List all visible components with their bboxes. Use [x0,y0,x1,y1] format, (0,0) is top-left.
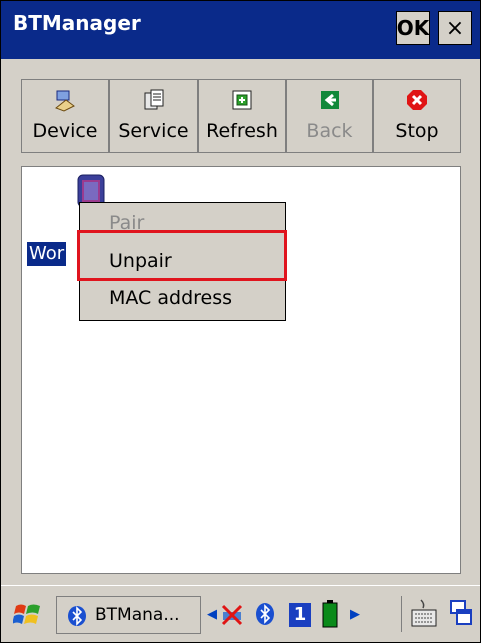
menu-item-pair[interactable]: Pair [80,205,285,241]
service-button[interactable]: Service [109,79,198,153]
refresh-button-label: Refresh [206,120,278,142]
app-window: BTManager OK × Device Service Refresh Ba… [0,0,481,643]
taskbar: BTMana... ◀ 1 ▶ [1,585,480,642]
network-disconnected-icon[interactable] [219,602,245,628]
service-button-label: Service [118,120,189,142]
context-menu: Pair Unpair MAC address [79,202,286,321]
tray-right-arrow-icon[interactable]: ▶ [350,607,360,622]
back-button-label: Back [306,120,353,142]
menu-item-unpair[interactable]: Unpair [80,243,285,279]
service-icon [144,89,163,110]
back-button[interactable]: Back [286,79,373,153]
taskbar-divider [401,596,402,632]
bluetooth-icon [68,606,86,626]
windows-flag-icon[interactable] [13,600,43,630]
device-icon [55,90,75,112]
device-button[interactable]: Device [21,79,109,153]
system-tray: ◀ 1 ▶ [207,594,393,636]
stop-button-label: Stop [395,120,439,142]
tray-left-arrow-icon[interactable]: ◀ [207,607,217,622]
keyboard-icon[interactable] [411,598,437,628]
stop-icon [407,90,427,110]
close-button[interactable]: × [438,11,472,45]
device-label[interactable]: Wor [27,242,67,266]
task-button-btmanager[interactable]: BTMana... [56,596,201,634]
toolbar: Device Service Refresh Back Stop [21,79,461,155]
ok-button[interactable]: OK [396,11,430,45]
tray-bluetooth-icon[interactable] [255,602,275,626]
stop-button[interactable]: Stop [373,79,461,153]
task-button-label: BTMana... [95,605,180,625]
tray-number-indicator[interactable]: 1 [289,603,311,627]
window-switch-icon[interactable] [449,598,473,628]
menu-item-mac-address[interactable]: MAC address [80,280,285,316]
device-button-label: Device [32,120,98,142]
window-title: BTManager [13,11,141,35]
battery-icon[interactable] [322,600,338,628]
back-arrow-icon [320,91,339,109]
refresh-button[interactable]: Refresh [198,79,286,153]
title-bar: BTManager OK × [1,1,480,59]
refresh-icon [232,90,252,110]
